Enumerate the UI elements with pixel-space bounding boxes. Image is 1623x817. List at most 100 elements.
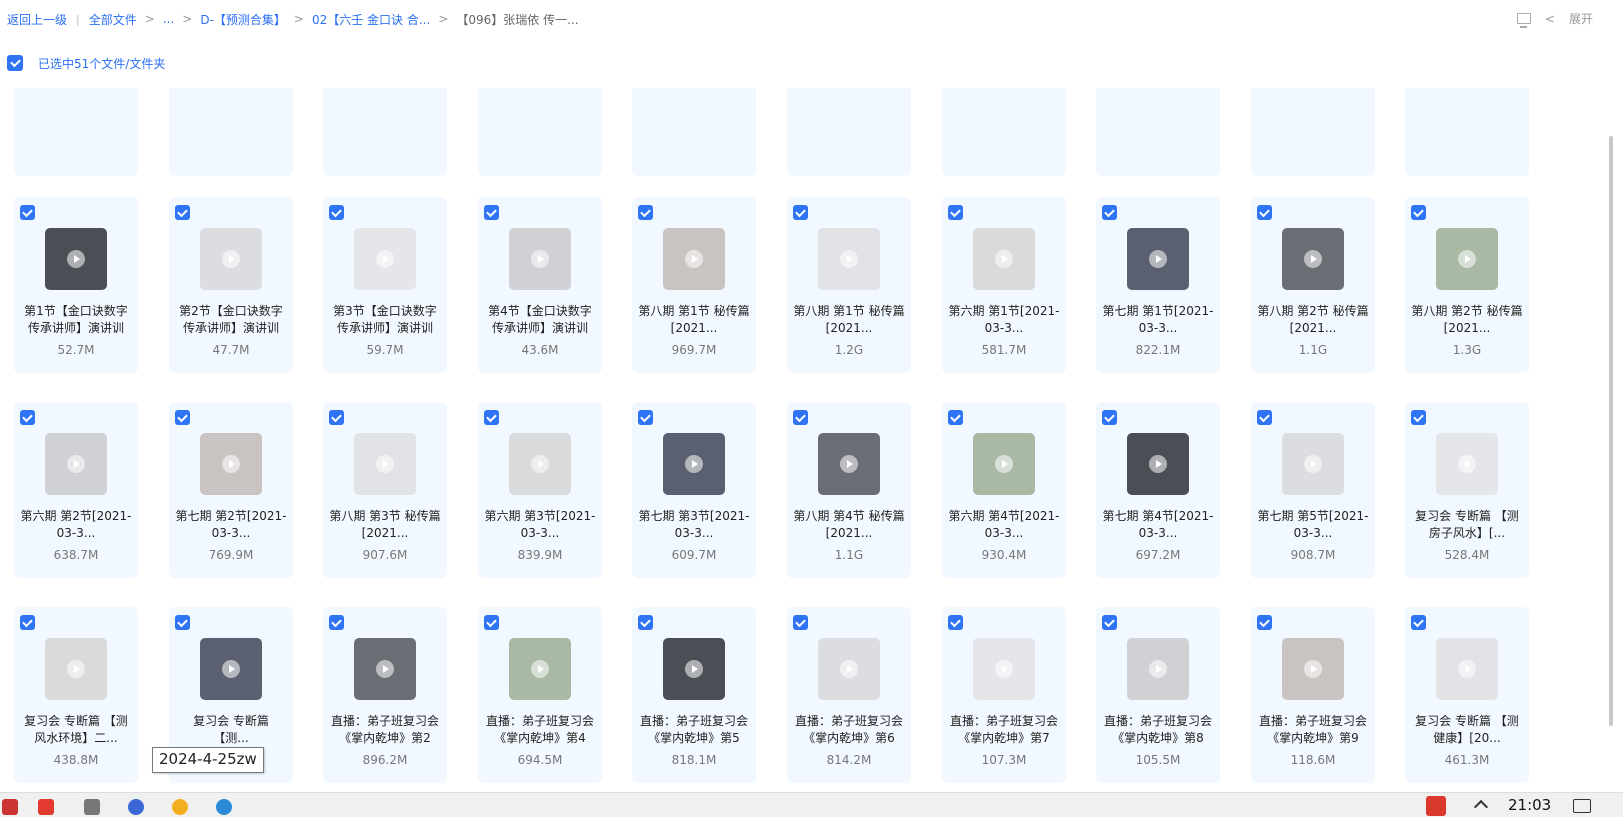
video-thumbnail[interactable] bbox=[1127, 433, 1189, 495]
file-card[interactable]: 2021年1月19日《金口诀速成333.6M bbox=[323, 88, 447, 176]
breadcrumb-level2[interactable]: 02【六壬 金口诀 合... bbox=[312, 11, 430, 28]
breadcrumb-level1[interactable]: D-【预测合集】 bbox=[200, 11, 286, 28]
file-checkbox[interactable] bbox=[1257, 205, 1272, 220]
video-thumbnail[interactable] bbox=[354, 638, 416, 700]
wps-icon[interactable] bbox=[38, 799, 54, 815]
file-card[interactable]: 第1节【金口诀数字传承讲师】演讲训 52.7M bbox=[14, 197, 138, 373]
file-card[interactable]: 第八期 第1节 秘传篇[2021... 969.7M bbox=[632, 197, 756, 373]
printer-icon[interactable] bbox=[84, 799, 100, 815]
video-thumbnail[interactable] bbox=[200, 638, 262, 700]
expand-button[interactable]: 展开 bbox=[1569, 10, 1593, 27]
file-checkbox[interactable] bbox=[948, 410, 963, 425]
file-checkbox[interactable] bbox=[793, 410, 808, 425]
video-thumbnail[interactable] bbox=[1282, 433, 1344, 495]
file-card[interactable]: 第七期 第4节[2021-03-3... 697.2M bbox=[1096, 402, 1220, 578]
video-thumbnail[interactable] bbox=[973, 433, 1035, 495]
file-card[interactable]: 第六期 第2节[2021-03-3... 638.7M bbox=[14, 402, 138, 578]
video-thumbnail[interactable] bbox=[818, 433, 880, 495]
file-checkbox[interactable] bbox=[638, 205, 653, 220]
file-card[interactable]: 2021年1月20日《金口诀速成316.9M bbox=[478, 88, 602, 176]
file-card[interactable]: 第八期 第1节 秘传篇[2021... 1.2G bbox=[787, 197, 911, 373]
file-checkbox[interactable] bbox=[1102, 410, 1117, 425]
video-thumbnail[interactable] bbox=[200, 228, 262, 290]
video-thumbnail[interactable] bbox=[663, 638, 725, 700]
file-card[interactable]: 第八期 第3节 秘传篇[2021... 907.6M bbox=[323, 402, 447, 578]
notification-icon[interactable] bbox=[1573, 799, 1591, 813]
file-checkbox[interactable] bbox=[638, 615, 653, 630]
file-checkbox[interactable] bbox=[484, 205, 499, 220]
chevron-left-icon[interactable]: < bbox=[1545, 12, 1555, 26]
cloud-icon[interactable] bbox=[216, 799, 232, 815]
app-icon[interactable] bbox=[2, 799, 18, 815]
file-card[interactable]: 复习会 专断篇 【测风水环境】二... 438.8M bbox=[14, 607, 138, 783]
file-checkbox[interactable] bbox=[793, 615, 808, 630]
select-all-checkbox[interactable] bbox=[7, 55, 23, 71]
file-checkbox[interactable] bbox=[1411, 615, 1426, 630]
file-card[interactable]: 第七期 第5节[2021-03-3... 908.7M bbox=[1251, 402, 1375, 578]
scrollbar-thumb[interactable] bbox=[1609, 136, 1613, 726]
video-thumbnail[interactable] bbox=[663, 228, 725, 290]
video-thumbnail[interactable] bbox=[1127, 638, 1189, 700]
file-card[interactable]: 第七期 第3节[2021-03-3... 609.7M bbox=[632, 402, 756, 578]
file-card[interactable]: 第六期 第3节[2021-03-3... 839.9M bbox=[478, 402, 602, 578]
file-card[interactable]: 测外环境风水及影响（二）——六壬156.3M bbox=[1251, 88, 1375, 176]
video-thumbnail[interactable] bbox=[509, 433, 571, 495]
file-card[interactable]: 2021年1月17日《金口诀速成499.7M bbox=[14, 88, 138, 176]
file-card[interactable]: 第六期 第1节[2021-03-3... 581.7M bbox=[942, 197, 1066, 373]
video-thumbnail[interactable] bbox=[973, 638, 1035, 700]
file-checkbox[interactable] bbox=[793, 205, 808, 220]
file-card[interactable]: 测房子环境风水影响（三）——六壬132.6M bbox=[787, 88, 911, 176]
file-checkbox[interactable] bbox=[329, 205, 344, 220]
file-card[interactable]: 2021年1月18日《金口诀速成716.6M bbox=[169, 88, 293, 176]
file-card[interactable]: 第3节【金口诀数字传承讲师】演讲训 59.7M bbox=[323, 197, 447, 373]
file-card[interactable]: 第2节【金口诀数字传承讲师】演讲训 47.7M bbox=[169, 197, 293, 373]
video-thumbnail[interactable] bbox=[1436, 433, 1498, 495]
breadcrumb-root[interactable]: 全部文件 bbox=[89, 11, 137, 28]
file-checkbox[interactable] bbox=[20, 615, 35, 630]
video-thumbnail[interactable] bbox=[354, 228, 416, 290]
video-thumbnail[interactable] bbox=[818, 228, 880, 290]
network-icon[interactable] bbox=[128, 799, 144, 815]
video-thumbnail[interactable] bbox=[1436, 228, 1498, 290]
file-card[interactable]: 弟子班复习会——地支详解[2021-...832.5M bbox=[1405, 88, 1529, 176]
chevron-up-icon[interactable] bbox=[1473, 799, 1489, 815]
file-checkbox[interactable] bbox=[484, 410, 499, 425]
file-card[interactable]: 复习会 专断篇 【测健康】[20... 461.3M bbox=[1405, 607, 1529, 783]
file-checkbox[interactable] bbox=[20, 205, 35, 220]
file-card[interactable]: 第七期 第1节[2021-03-3... 822.1M bbox=[1096, 197, 1220, 373]
file-checkbox[interactable] bbox=[1257, 410, 1272, 425]
monitor-icon[interactable] bbox=[1516, 13, 1531, 28]
tray-app-icon[interactable] bbox=[1426, 796, 1446, 816]
back-link[interactable]: 返回上一级 bbox=[7, 11, 67, 28]
file-card[interactable]: 直播：弟子班复习会《掌内乾坤》第4 694.5M bbox=[478, 607, 602, 783]
file-card[interactable]: 第八期 第2节 秘传篇[2021... 1.3G bbox=[1405, 197, 1529, 373]
file-checkbox[interactable] bbox=[175, 615, 190, 630]
video-thumbnail[interactable] bbox=[509, 638, 571, 700]
file-checkbox[interactable] bbox=[1257, 615, 1272, 630]
file-checkbox[interactable] bbox=[948, 205, 963, 220]
video-thumbnail[interactable] bbox=[1282, 638, 1344, 700]
file-card[interactable]: 直播：弟子班复习会《掌内乾坤》第2 896.2M bbox=[323, 607, 447, 783]
file-checkbox[interactable] bbox=[329, 615, 344, 630]
breadcrumb-ellipsis[interactable]: ... bbox=[163, 12, 174, 26]
video-thumbnail[interactable] bbox=[1282, 228, 1344, 290]
video-thumbnail[interactable] bbox=[354, 433, 416, 495]
file-card[interactable]: 测房子环境风水影响（一）——六壬140.3M bbox=[942, 88, 1066, 176]
file-card[interactable]: 直播：弟子班复习会《掌内乾坤》第8 105.5M bbox=[1096, 607, 1220, 783]
scrollbar[interactable] bbox=[1607, 88, 1615, 792]
file-checkbox[interactable] bbox=[175, 205, 190, 220]
video-thumbnail[interactable] bbox=[509, 228, 571, 290]
file-checkbox[interactable] bbox=[484, 615, 499, 630]
file-card[interactable]: 直播：弟子班复习会《掌内乾坤》第6 814.2M bbox=[787, 607, 911, 783]
file-checkbox[interactable] bbox=[20, 410, 35, 425]
file-checkbox[interactable] bbox=[175, 410, 190, 425]
file-card[interactable]: 测房子环境风水影响（二）——六壬347.2M bbox=[632, 88, 756, 176]
file-card[interactable]: 测健康古版口诀解析——六壬金口诀138.1M bbox=[1096, 88, 1220, 176]
file-card[interactable]: 第八期 第2节 秘传篇[2021... 1.1G bbox=[1251, 197, 1375, 373]
video-thumbnail[interactable] bbox=[200, 433, 262, 495]
file-checkbox[interactable] bbox=[948, 615, 963, 630]
file-checkbox[interactable] bbox=[638, 410, 653, 425]
file-checkbox[interactable] bbox=[1411, 410, 1426, 425]
file-checkbox[interactable] bbox=[329, 410, 344, 425]
video-thumbnail[interactable] bbox=[1127, 228, 1189, 290]
